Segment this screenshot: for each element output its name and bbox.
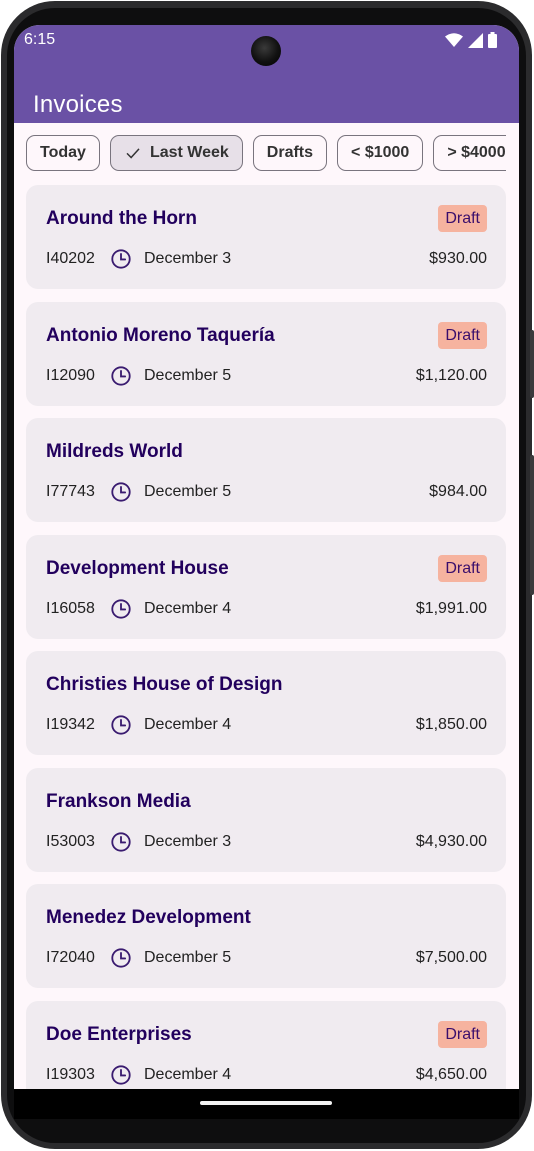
top-app-bar: 6:15 Invoices [14,25,519,123]
draft-badge: Draft [438,205,487,232]
invoice-id: I16058 [46,599,95,617]
invoice-meta: I19342 December 4 [46,714,231,736]
invoice-meta: I53003 December 3 [46,831,231,853]
filter-chip-label: Last Week [149,144,229,161]
draft-badge: Draft [438,554,487,582]
filter-chip-label: < $1000 [351,144,410,161]
battery-icon [488,32,497,48]
invoice-card[interactable]: Development House Draft I16058 December … [26,534,506,639]
invoice-date: December 4 [144,716,232,733]
invoice-id: I12090 [46,366,95,384]
invoice-card[interactable]: Christies House of Design I19342 Decembe… [26,651,506,755]
draft-badge: Draft [438,1020,487,1048]
invoice-customer-name: Development House [46,557,229,579]
filter-chip-0[interactable]: Today [26,135,100,171]
invoice-id: I72040 [46,949,95,966]
invoice-meta: I40202 December 3 [46,248,231,270]
invoice-id: I19342 [46,716,95,733]
check-icon [126,148,140,159]
page-title: Invoices [33,91,123,119]
invoice-amount: $1,120.00 [415,366,487,384]
invoice-customer-name: Around the Horn [46,208,197,229]
invoice-date: December 4 [144,1065,232,1083]
invoice-card[interactable]: Around the Horn Draft I40202 December 3 … [26,185,506,289]
invoice-amount: $930.00 [429,250,487,267]
invoice-card[interactable]: Frankson Media I53003 December 3 $4,930.… [26,767,506,872]
invoice-customer-name: Doe Enterprises [46,1023,192,1045]
invoice-meta: I19303 December 4 [46,1064,231,1086]
invoice-date: December 3 [144,832,232,850]
invoice-date: December 3 [144,250,232,267]
invoice-meta: I72040 December 5 [46,947,231,969]
invoice-date: December 5 [144,483,232,500]
invoice-amount: $1,850.00 [415,716,487,733]
invoice-card[interactable]: Antonio Moreno Taquería Draft I12090 Dec… [26,301,506,406]
clock-icon [111,598,131,619]
clock-icon [111,1064,131,1085]
signal-icon [468,32,483,48]
home-gesture-handle[interactable] [200,1101,332,1105]
invoice-date: December 4 [144,599,232,617]
invoice-card[interactable]: Menedez Development I72040 December 5 $7… [26,884,506,988]
invoice-customer-name: Antonio Moreno Taquería [46,324,275,346]
filter-chip-2[interactable]: Drafts [252,135,328,171]
filter-chip-label: Drafts [266,144,314,161]
status-icons [445,32,497,48]
filter-chip-4[interactable]: > $4000 [433,135,506,171]
invoice-amount: $7,500.00 [415,949,487,966]
invoice-amount: $4,650.00 [415,1065,487,1083]
invoice-date: December 5 [144,949,232,966]
navigation-bar [14,1089,519,1119]
invoice-amount: $4,930.00 [415,832,487,850]
invoice-customer-name: Frankson Media [46,790,191,812]
invoice-meta: I12090 December 5 [46,365,231,387]
clock-icon [111,948,131,968]
invoice-customer-name: Menedez Development [46,907,251,928]
invoice-id: I40202 [46,250,95,267]
front-camera [251,36,281,66]
invoice-meta: I16058 December 4 [46,598,231,620]
wifi-icon [445,33,463,47]
filter-chip-3[interactable]: < $1000 [337,135,424,171]
filter-chip-label: > $4000 [447,144,506,161]
invoice-id: I77743 [46,483,95,500]
clock-icon [111,715,131,735]
filter-chip-1[interactable]: Last Week [109,135,243,171]
clock-icon [111,365,131,386]
clock-icon [111,482,131,502]
invoice-date: December 5 [144,366,232,384]
invoice-id: I53003 [46,832,95,850]
filter-chip-row: Today Last Week Drafts < $1000 > $4000 [26,135,506,171]
invoice-customer-name: Mildreds World [46,441,183,462]
device-frame: 6:15 Invoices Today Last Week Drafts < $… [0,0,534,1151]
status-time: 6:15 [24,31,56,48]
filter-chips: Today Last Week Drafts < $1000 > $4000 [26,135,506,173]
draft-badge: Draft [438,321,487,349]
clock-icon [111,831,131,852]
invoice-amount: $984.00 [429,483,487,500]
volume-button [530,330,534,398]
invoice-meta: I77743 December 5 [46,481,231,503]
invoice-customer-name: Christies House of Design [46,674,283,695]
filter-chip-label: Today [40,144,86,161]
clock-icon [111,249,131,269]
power-button [530,455,534,595]
screen: 6:15 Invoices Today Last Week Drafts < $… [14,25,519,1114]
invoice-id: I19303 [46,1065,95,1083]
invoice-card[interactable]: Mildreds World I77743 December 5 $984.00 [26,418,506,522]
invoice-amount: $1,991.00 [415,599,487,617]
